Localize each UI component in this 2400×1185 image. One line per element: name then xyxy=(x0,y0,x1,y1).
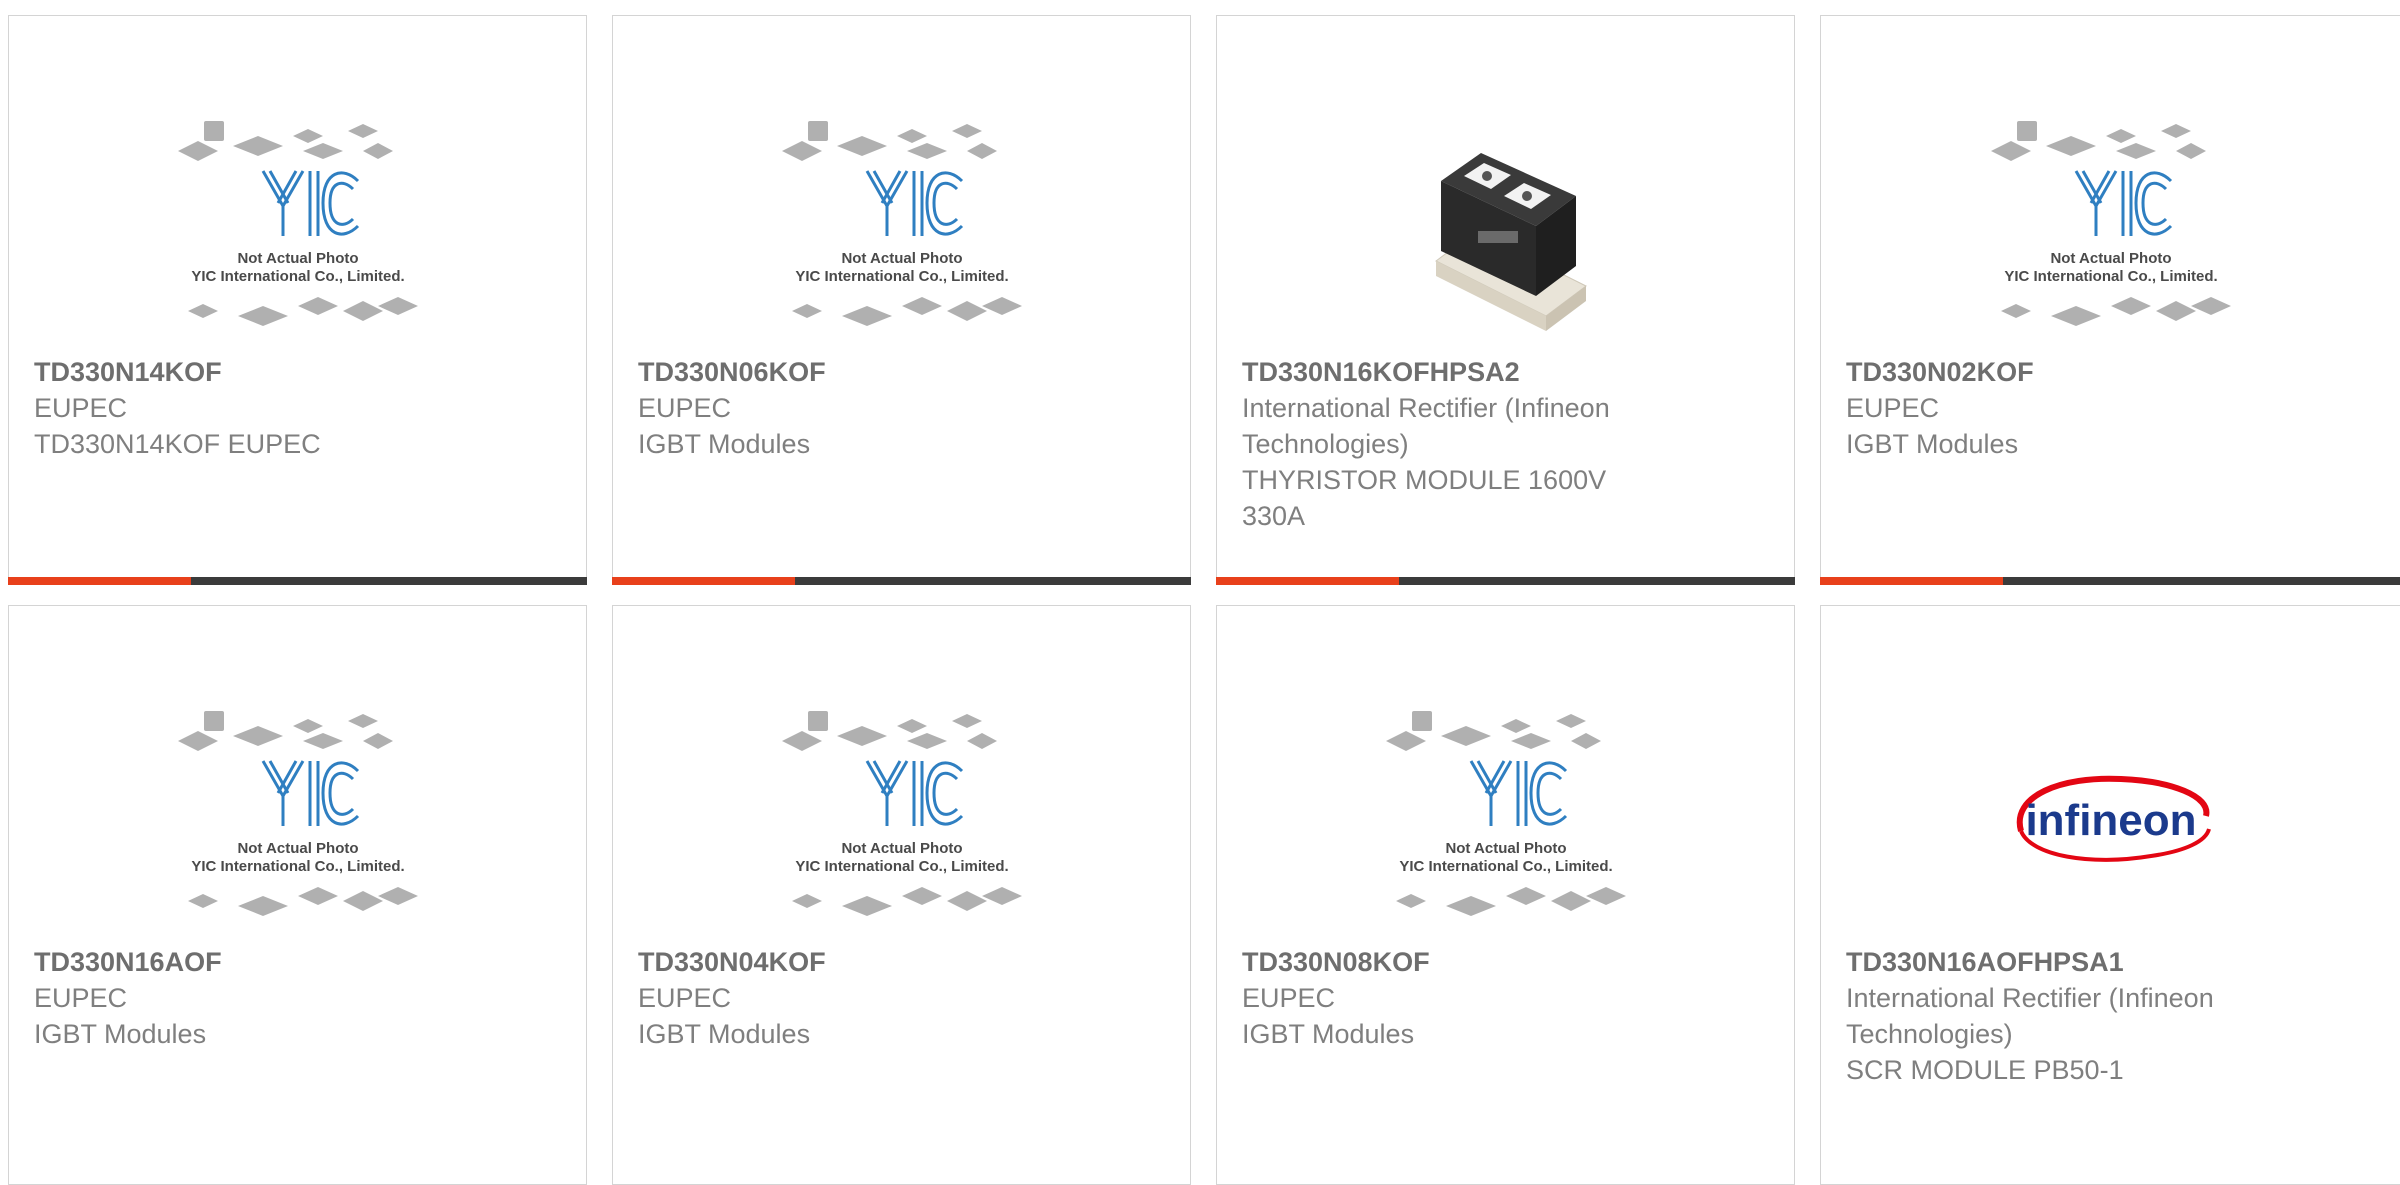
placeholder-caption-2: YIC International Co., Limited. xyxy=(2004,268,2217,285)
description: IGBT Modules xyxy=(1846,429,2019,459)
part-number-link[interactable]: TD330N16AOF xyxy=(34,944,546,980)
not-actual-photo-image: Not Actual Photo YIC International Co., … xyxy=(177,711,418,916)
manufacturer: EUPEC xyxy=(34,393,128,423)
product-card[interactable]: Not Actual Photo YIC International Co., … xyxy=(1216,605,1795,1185)
product-image-placeholder: Not Actual Photo YIC International Co., … xyxy=(613,96,1190,366)
product-info: TD330N08KOF EUPEC IGBT Modules xyxy=(1242,944,1754,1052)
product-info: TD330N04KOF EUPEC IGBT Modules xyxy=(638,944,1150,1052)
part-number-link[interactable]: TD330N06KOF xyxy=(638,354,1150,390)
description: IGBT Modules xyxy=(638,1019,811,1049)
placeholder-caption-1: Not Actual Photo xyxy=(2050,250,2171,267)
product-card[interactable]: infineon TD330N16AOFHPSA1 International … xyxy=(1820,605,2400,1185)
product-info: TD330N16KOFHPSA2 International Rectifier… xyxy=(1242,354,1754,534)
product-card[interactable]: Not Actual Photo YIC International Co., … xyxy=(8,15,587,585)
product-info: TD330N02KOF EUPEC IGBT Modules xyxy=(1846,354,2369,462)
product-grid: Not Actual Photo YIC International Co., … xyxy=(0,0,2400,1185)
placeholder-caption-1: Not Actual Photo xyxy=(1445,840,1566,857)
manufacturer: EUPEC xyxy=(34,983,128,1013)
card-bottom-bar xyxy=(1216,577,1795,585)
product-info: TD330N16AOFHPSA1 International Rectifier… xyxy=(1846,944,2369,1088)
placeholder-caption-1: Not Actual Photo xyxy=(237,250,358,267)
placeholder-caption-1: Not Actual Photo xyxy=(237,840,358,857)
card-bottom-bar xyxy=(8,577,587,585)
product-card[interactable]: Not Actual Photo YIC International Co., … xyxy=(612,605,1191,1185)
manufacturer: EUPEC xyxy=(1242,983,1336,1013)
thyristor-module-photo xyxy=(1434,153,1587,331)
description: TD330N14KOF EUPEC xyxy=(34,429,321,459)
product-image-placeholder: Not Actual Photo YIC International Co., … xyxy=(1217,686,1794,956)
description-line-2: 330A xyxy=(1242,501,1306,531)
card-bottom-bar xyxy=(612,577,1191,585)
product-image-placeholder: Not Actual Photo YIC International Co., … xyxy=(613,686,1190,956)
product-card[interactable]: Not Actual Photo YIC International Co., … xyxy=(8,605,587,1185)
placeholder-caption-2: YIC International Co., Limited. xyxy=(1399,858,1612,875)
product-image-placeholder: Not Actual Photo YIC International Co., … xyxy=(9,686,586,956)
manufacturer-line-2: Technologies) xyxy=(1242,429,1409,459)
placeholder-caption-1: Not Actual Photo xyxy=(841,840,962,857)
manufacturer: EUPEC xyxy=(638,983,732,1013)
infineon-logo-text: infineon xyxy=(2025,796,2196,845)
product-info: TD330N06KOF EUPEC IGBT Modules xyxy=(638,354,1150,462)
part-number-link[interactable]: TD330N08KOF xyxy=(1242,944,1754,980)
description: IGBT Modules xyxy=(34,1019,207,1049)
part-number-link[interactable]: TD330N16AOFHPSA1 xyxy=(1846,944,2369,980)
manufacturer: EUPEC xyxy=(638,393,732,423)
not-actual-photo-image: Not Actual Photo YIC International Co., … xyxy=(1385,711,1626,916)
product-card[interactable]: Not Actual Photo YIC International Co., … xyxy=(1820,15,2400,585)
description: SCR MODULE PB50-1 xyxy=(1846,1055,2124,1085)
manufacturer-logo: infineon xyxy=(1821,686,2400,956)
not-actual-photo-image: Not Actual Photo YIC International Co., … xyxy=(177,121,418,326)
placeholder-caption-2: YIC International Co., Limited. xyxy=(191,268,404,285)
manufacturer: EUPEC xyxy=(1846,393,1940,423)
not-actual-photo-image: Not Actual Photo YIC International Co., … xyxy=(781,121,1022,326)
part-number-link[interactable]: TD330N16KOFHPSA2 xyxy=(1242,354,1754,390)
description-line-1: THYRISTOR MODULE 1600V xyxy=(1242,465,1607,495)
manufacturer-line-2: Technologies) xyxy=(1846,1019,2013,1049)
infineon-logo-icon: infineon xyxy=(2016,775,2211,862)
product-card[interactable]: TD330N16KOFHPSA2 International Rectifier… xyxy=(1216,15,1795,585)
product-photo xyxy=(1217,96,1794,366)
placeholder-caption-2: YIC International Co., Limited. xyxy=(191,858,404,875)
product-info: TD330N16AOF EUPEC IGBT Modules xyxy=(34,944,546,1052)
manufacturer-line-1: International Rectifier (Infineon xyxy=(1846,983,2214,1013)
product-image-placeholder: Not Actual Photo YIC International Co., … xyxy=(1821,96,2400,366)
not-actual-photo-image: Not Actual Photo YIC International Co., … xyxy=(781,711,1022,916)
not-actual-photo-image: Not Actual Photo YIC International Co., … xyxy=(1990,121,2231,326)
part-number-link[interactable]: TD330N14KOF xyxy=(34,354,546,390)
card-bottom-bar xyxy=(1820,577,2400,585)
product-card[interactable]: Not Actual Photo YIC International Co., … xyxy=(612,15,1191,585)
product-info: TD330N14KOF EUPEC TD330N14KOF EUPEC xyxy=(34,354,546,462)
description: IGBT Modules xyxy=(638,429,811,459)
product-image-placeholder: Not Actual Photo YIC International Co., … xyxy=(9,96,586,366)
placeholder-caption-1: Not Actual Photo xyxy=(841,250,962,267)
placeholder-caption-2: YIC International Co., Limited. xyxy=(795,268,1008,285)
part-number-link[interactable]: TD330N02KOF xyxy=(1846,354,2369,390)
placeholder-caption-2: YIC International Co., Limited. xyxy=(795,858,1008,875)
part-number-link[interactable]: TD330N04KOF xyxy=(638,944,1150,980)
description: IGBT Modules xyxy=(1242,1019,1415,1049)
manufacturer-line-1: International Rectifier (Infineon xyxy=(1242,393,1610,423)
